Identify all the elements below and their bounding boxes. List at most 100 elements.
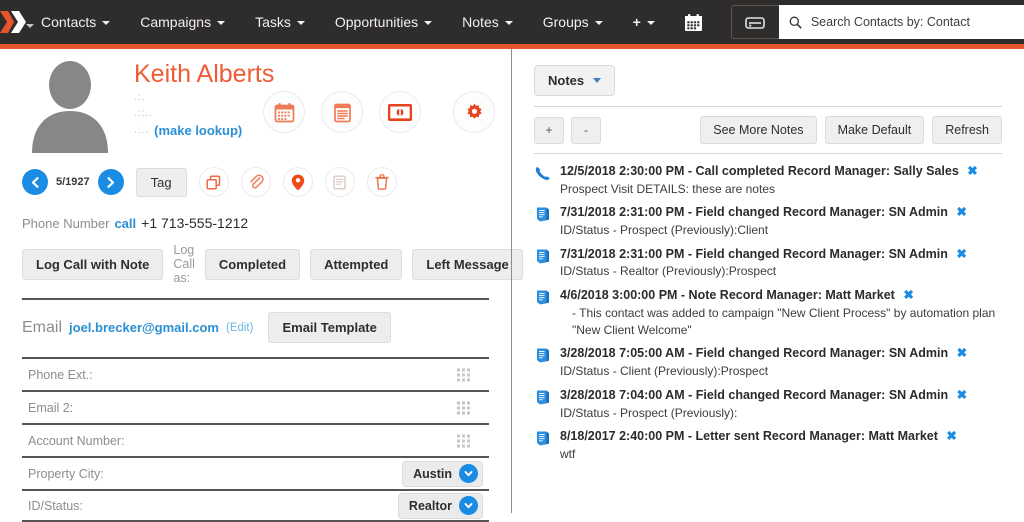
money-button[interactable] bbox=[379, 91, 421, 133]
nav-calendar-button[interactable] bbox=[670, 0, 717, 44]
note-body: 7/31/2018 2:31:00 PM - Field changed Rec… bbox=[560, 204, 1002, 239]
field-label-property-city: Property City: bbox=[28, 467, 104, 481]
document-icon bbox=[534, 389, 551, 406]
note-detail: Prospect Visit DETAILS: these are notes bbox=[560, 181, 1002, 198]
delete-note-icon[interactable]: ✖ bbox=[967, 164, 977, 178]
log-call-attempted-button[interactable]: Attempted bbox=[310, 249, 402, 280]
make-lookup-link[interactable]: (make lookup) bbox=[154, 123, 242, 138]
email-value[interactable]: joel.brecker@gmail.com bbox=[69, 320, 219, 335]
collapse-notes-button[interactable]: - bbox=[571, 117, 601, 144]
delete-note-icon[interactable]: ✖ bbox=[956, 205, 966, 219]
drag-handle-icon[interactable] bbox=[456, 433, 471, 448]
email-template-button[interactable]: Email Template bbox=[268, 312, 390, 343]
field-row-email-2[interactable]: Email 2: bbox=[22, 390, 489, 423]
gear-icon bbox=[465, 103, 484, 122]
search-input[interactable] bbox=[809, 14, 1024, 30]
chevron-down-icon bbox=[217, 21, 225, 25]
id-status-select[interactable]: Realtor bbox=[398, 493, 483, 519]
chevron-down-icon bbox=[102, 21, 110, 25]
appointment-button[interactable] bbox=[263, 91, 305, 133]
task-clipboard-icon bbox=[332, 102, 353, 123]
log-call-row: Log Call with Note Log Call as: Complete… bbox=[22, 243, 497, 285]
map-button[interactable] bbox=[283, 167, 313, 197]
note-detail: ID/Status - Client (Previously):Prospect bbox=[560, 363, 1002, 380]
note-body: 3/28/2018 7:05:00 AM - Field changed Rec… bbox=[560, 345, 1002, 380]
tag-button[interactable]: Tag bbox=[136, 168, 187, 197]
task-button[interactable] bbox=[321, 91, 363, 133]
delete-note-icon[interactable]: ✖ bbox=[903, 288, 913, 302]
phone-label: Phone Number bbox=[22, 216, 109, 231]
field-row-account-number[interactable]: Account Number: bbox=[22, 423, 489, 456]
drag-handle-icon[interactable] bbox=[456, 367, 471, 382]
delete-note-icon[interactable]: ✖ bbox=[957, 346, 967, 360]
field-label-id-status: ID/Status: bbox=[28, 499, 83, 513]
field-row-phone-ext[interactable]: Phone Ext.: bbox=[22, 357, 489, 390]
note-item[interactable]: 3/28/2018 7:04:00 AM - Field changed Rec… bbox=[534, 384, 1002, 425]
field-row-property-city[interactable]: Property City: Austin bbox=[22, 456, 489, 489]
refresh-button[interactable]: Refresh bbox=[932, 116, 1002, 144]
paperclip-icon bbox=[248, 174, 264, 190]
document-icon bbox=[534, 347, 551, 364]
phone-icon bbox=[534, 165, 551, 182]
attach-button[interactable] bbox=[241, 167, 271, 197]
duplicate-icon bbox=[206, 175, 221, 190]
log-call-completed-button[interactable]: Completed bbox=[205, 249, 300, 280]
settings-button[interactable] bbox=[453, 91, 495, 133]
printer-button[interactable] bbox=[731, 5, 779, 39]
note-item[interactable]: 3/28/2018 7:05:00 AM - Field changed Rec… bbox=[534, 342, 1002, 383]
nav-item-add-new[interactable]: + bbox=[618, 0, 670, 44]
call-link[interactable]: call bbox=[114, 216, 136, 231]
notes-dropdown-button[interactable]: Notes bbox=[534, 65, 615, 96]
prev-contact-button[interactable] bbox=[22, 169, 48, 195]
note-title-text: 7/31/2018 2:31:00 PM - Field changed Rec… bbox=[560, 205, 948, 219]
email-edit-link[interactable]: (Edit) bbox=[226, 322, 253, 334]
document-note-icon bbox=[534, 287, 560, 340]
calendar-icon bbox=[684, 13, 703, 32]
note-item[interactable]: 4/6/2018 3:00:00 PM - Note Record Manage… bbox=[534, 284, 1002, 343]
delete-button[interactable] bbox=[367, 167, 397, 197]
contact-detail-panel: Keith Alberts .:. .::.. .:.. (make looku… bbox=[0, 49, 511, 513]
document-icon bbox=[534, 289, 551, 306]
nav-item-tasks[interactable]: Tasks bbox=[240, 0, 320, 44]
chevron-down-icon bbox=[593, 78, 601, 83]
property-city-select[interactable]: Austin bbox=[402, 461, 483, 487]
nav-item-campaigns[interactable]: Campaigns bbox=[125, 0, 240, 44]
nav-label-contacts: Contacts bbox=[41, 14, 96, 30]
note-item[interactable]: 12/5/2018 2:30:00 PM - Call completed Re… bbox=[534, 160, 1002, 201]
drag-handle-icon[interactable] bbox=[456, 400, 471, 415]
field-row-id-status[interactable]: ID/Status: Realtor bbox=[22, 489, 489, 522]
delete-note-icon[interactable]: ✖ bbox=[957, 388, 967, 402]
note-item[interactable]: 7/31/2018 2:31:00 PM - Field changed Rec… bbox=[534, 243, 1002, 284]
fax-button[interactable] bbox=[325, 167, 355, 197]
nav-label-notes: Notes bbox=[462, 14, 499, 30]
duplicate-button[interactable] bbox=[199, 167, 229, 197]
note-item[interactable]: 8/18/2017 2:40:00 PM - Letter sent Recor… bbox=[534, 425, 1002, 466]
expand-notes-button[interactable]: + bbox=[534, 117, 564, 144]
note-detail: ID/Status - Prospect (Previously): bbox=[560, 405, 1002, 422]
nav-item-opportunities[interactable]: Opportunities bbox=[320, 0, 447, 44]
contact-counter: 5/1927 bbox=[56, 176, 90, 188]
document-note-icon bbox=[534, 345, 560, 380]
placeholder-line-3: .:.. bbox=[134, 125, 149, 136]
see-more-notes-button[interactable]: See More Notes bbox=[700, 116, 816, 144]
note-title: 3/28/2018 7:04:00 AM - Field changed Rec… bbox=[560, 387, 1002, 404]
app-logo[interactable] bbox=[0, 0, 26, 44]
delete-note-icon[interactable]: ✖ bbox=[956, 247, 966, 261]
logo-x-svg bbox=[0, 10, 26, 34]
note-body: 8/18/2017 2:40:00 PM - Letter sent Recor… bbox=[560, 428, 1002, 463]
document-icon bbox=[534, 430, 551, 447]
nav-item-contacts[interactable]: Contacts bbox=[26, 0, 125, 44]
delete-note-icon[interactable]: ✖ bbox=[946, 429, 956, 443]
search-box[interactable] bbox=[779, 5, 1024, 39]
nav-label-tasks: Tasks bbox=[255, 14, 291, 30]
contact-header: Keith Alberts .:. .::.. .:.. (make looku… bbox=[14, 49, 497, 153]
log-call-with-note-button[interactable]: Log Call with Note bbox=[22, 249, 163, 280]
note-item[interactable]: 7/31/2018 2:31:00 PM - Field changed Rec… bbox=[534, 201, 1002, 242]
next-contact-button[interactable] bbox=[98, 169, 124, 195]
chevron-down-icon bbox=[459, 496, 478, 515]
log-call-left-message-button[interactable]: Left Message bbox=[412, 249, 522, 280]
nav-item-groups[interactable]: Groups bbox=[528, 0, 618, 44]
make-default-button[interactable]: Make Default bbox=[825, 116, 925, 144]
nav-label-add: + bbox=[633, 14, 641, 30]
nav-item-notes[interactable]: Notes bbox=[447, 0, 528, 44]
